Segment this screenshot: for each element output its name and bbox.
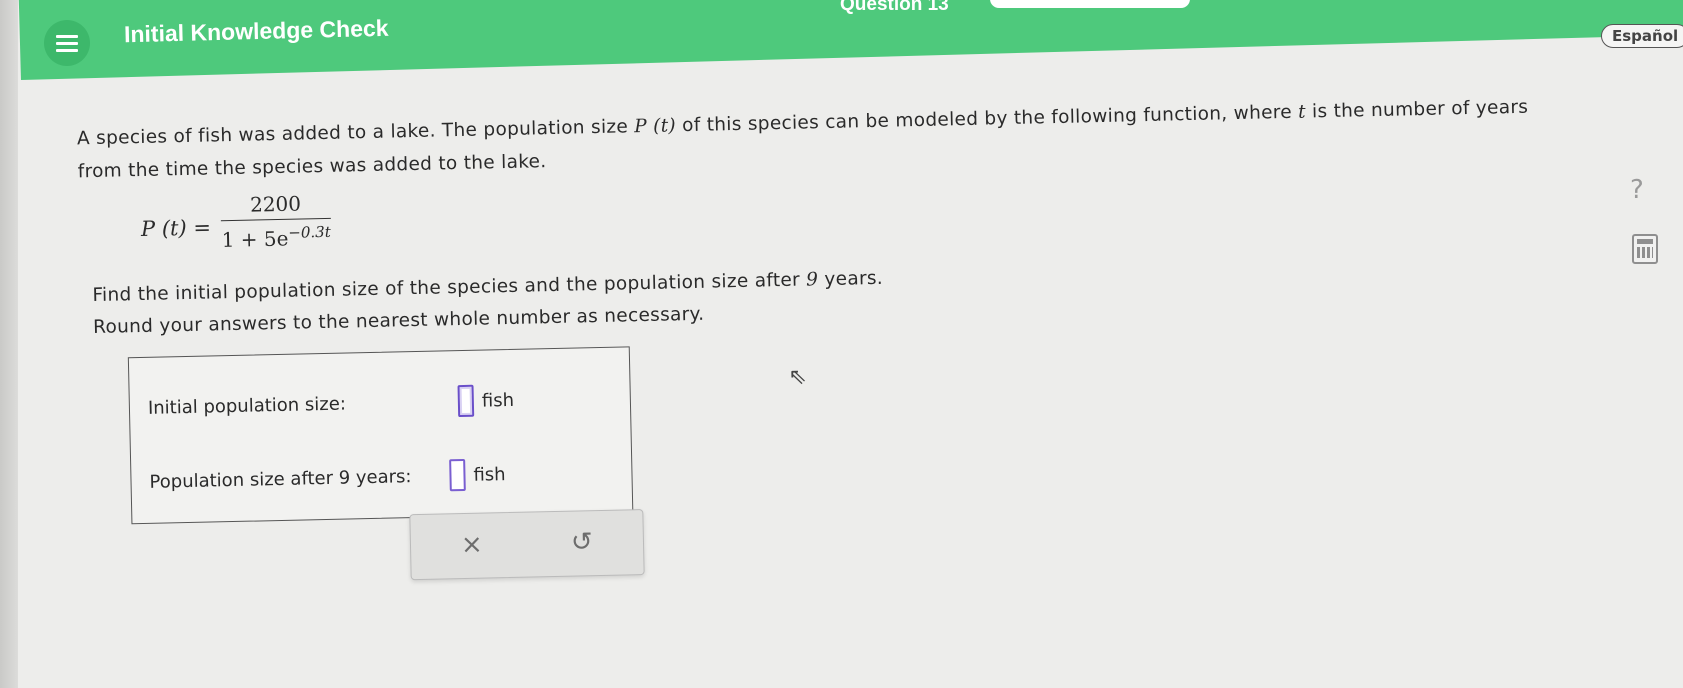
- formula-exponent: −0.3t: [288, 222, 331, 242]
- formula-denominator: 1 + 5e−0.3t: [221, 223, 332, 252]
- after-9-years-label: Population size after 9 years:: [149, 465, 412, 493]
- initial-population-label: Initial population size:: [147, 393, 347, 419]
- formula-numerator: 2200: [249, 191, 302, 217]
- after-9-years-input[interactable]: [449, 458, 466, 492]
- function-name: P (t): [634, 115, 677, 138]
- after-unit: fish: [473, 463, 506, 486]
- mouse-pointer-icon: ⇖: [788, 364, 808, 390]
- clear-button[interactable]: ×: [461, 530, 483, 560]
- problem-area: A species of fish was added to a lake. T…: [0, 0, 1683, 688]
- initial-population-input[interactable]: [457, 384, 475, 418]
- task-statement: Find the initial population size of the …: [92, 263, 884, 344]
- task-years: 9: [805, 269, 819, 291]
- problem-intro-1: A species of fish was added to a lake. T…: [76, 116, 635, 150]
- formula-lhs: P (t) =: [140, 215, 212, 241]
- action-bar: × ↺: [409, 509, 645, 581]
- denominator-base: 1 + 5e: [221, 226, 289, 252]
- fraction-bar: [220, 217, 331, 222]
- initial-unit: fish: [481, 389, 515, 412]
- screen: Initial Knowledge Check Question 13 Espa…: [0, 0, 1683, 688]
- undo-button[interactable]: ↺: [571, 527, 593, 557]
- answer-row-after: Population size after 9 years: fish: [149, 458, 506, 498]
- task-text-2: years.: [817, 267, 884, 291]
- problem-statement: A species of fish was added to a lake. T…: [77, 90, 1578, 189]
- task-rounding: Round your answers to the nearest whole …: [92, 303, 705, 339]
- answer-row-initial: Initial population size: fish: [148, 384, 515, 424]
- answer-box: Initial population size: fish Population…: [127, 346, 634, 525]
- formula-fraction: 2200 1 + 5e−0.3t: [220, 191, 331, 252]
- problem-intro-2: of this species can be modeled by the fo…: [675, 101, 1299, 137]
- task-text-1: Find the initial population size of the …: [92, 269, 807, 307]
